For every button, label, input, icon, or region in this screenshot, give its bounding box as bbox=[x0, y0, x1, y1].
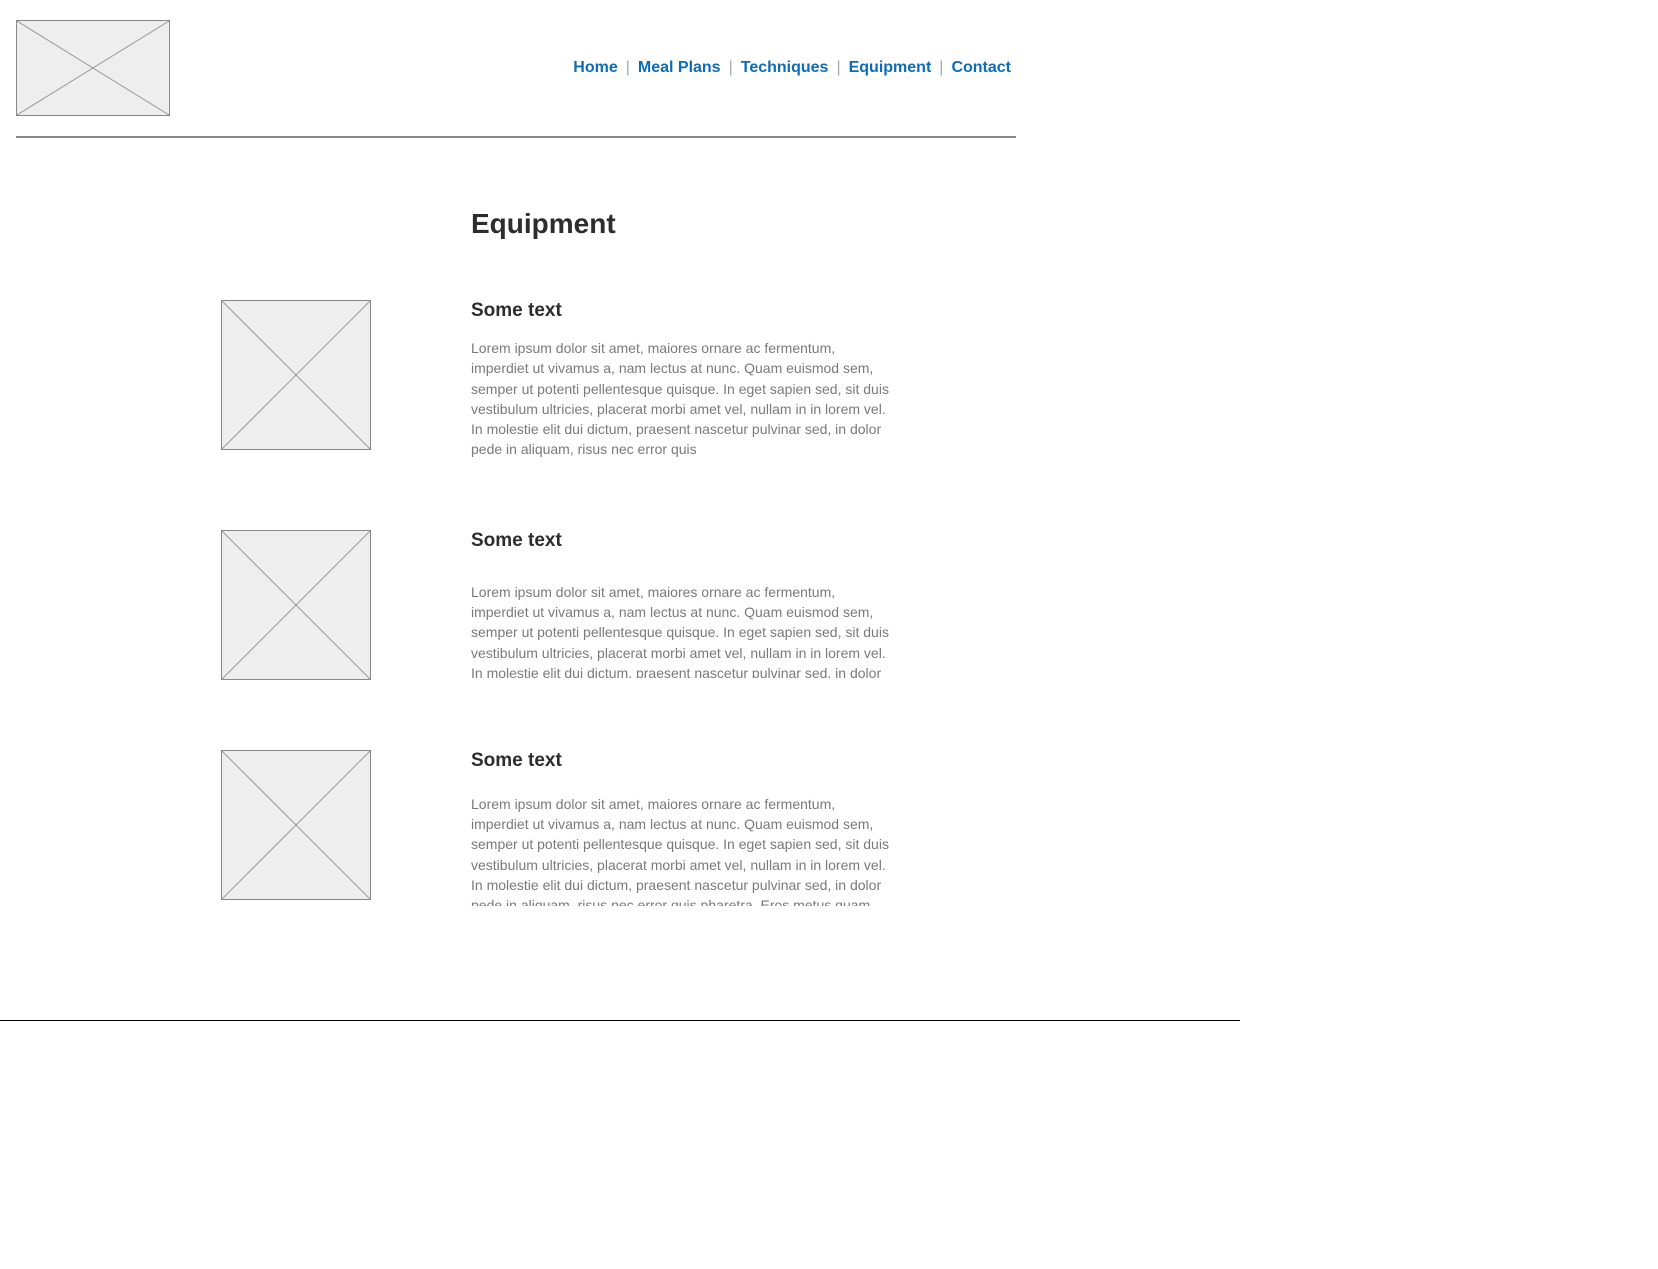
item-title: Some text bbox=[471, 530, 891, 552]
main-content: Equipment Some text Lorem ipsum dolor si… bbox=[16, 138, 1020, 906]
bottom-rule bbox=[0, 1020, 1240, 1021]
nav-separator: | bbox=[836, 59, 840, 77]
item-title: Some text bbox=[471, 750, 891, 772]
nav-separator: | bbox=[939, 59, 943, 77]
logo-placeholder-icon bbox=[16, 20, 170, 116]
item-body: Lorem ipsum dolor sit amet, maiores orna… bbox=[471, 794, 891, 906]
nav-techniques[interactable]: Techniques bbox=[741, 59, 829, 77]
footer-text: Lorem ipsum dolor sit amet, maiores orna… bbox=[16, 976, 996, 1006]
image-placeholder-icon bbox=[221, 300, 371, 450]
nav-meal-plans[interactable]: Meal Plans bbox=[638, 59, 721, 77]
item-title: Some text bbox=[471, 300, 891, 322]
image-placeholder-icon bbox=[221, 750, 371, 900]
equipment-item: Some text Lorem ipsum dolor sit amet, ma… bbox=[16, 300, 1020, 460]
main-nav: Home | Meal Plans | Techniques | Equipme… bbox=[573, 59, 1020, 77]
nav-separator: | bbox=[729, 59, 733, 77]
item-body: Lorem ipsum dolor sit amet, maiores orna… bbox=[471, 582, 891, 678]
image-placeholder-icon bbox=[221, 530, 371, 680]
nav-home[interactable]: Home bbox=[573, 59, 617, 77]
equipment-item: Some text Lorem ipsum dolor sit amet, ma… bbox=[16, 530, 1020, 680]
site-header: Home | Meal Plans | Techniques | Equipme… bbox=[16, 20, 1020, 136]
page-title: Equipment bbox=[471, 208, 1020, 240]
nav-separator: | bbox=[626, 59, 630, 77]
nav-equipment[interactable]: Equipment bbox=[849, 59, 932, 77]
equipment-item: Some text Lorem ipsum dolor sit amet, ma… bbox=[16, 750, 1020, 906]
nav-contact[interactable]: Contact bbox=[951, 59, 1011, 77]
item-body: Lorem ipsum dolor sit amet, maiores orna… bbox=[471, 338, 891, 460]
